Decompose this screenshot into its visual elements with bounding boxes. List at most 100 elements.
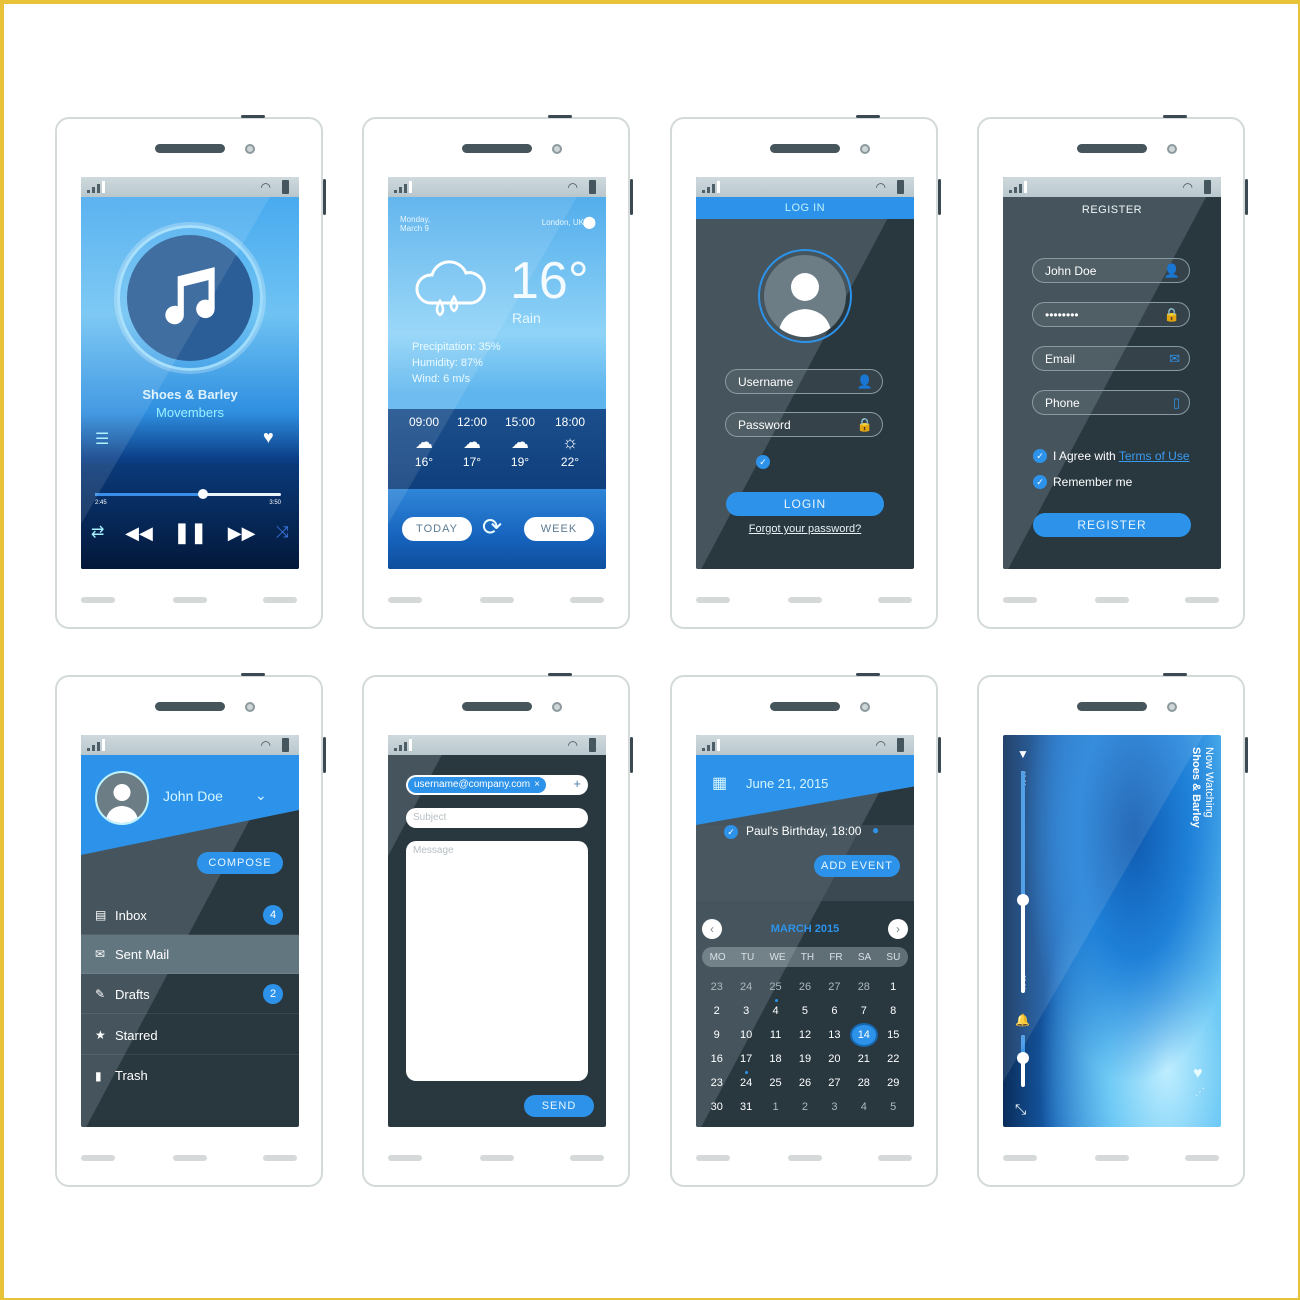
back-key[interactable]	[81, 1155, 115, 1161]
recipient-field[interactable]: username@company.com × +	[406, 775, 588, 795]
calendar-day[interactable]: 4	[852, 1097, 876, 1117]
calendar-day[interactable]: 3	[734, 1001, 758, 1021]
message-field[interactable]: Message	[406, 841, 588, 1081]
phone-field[interactable]: Phone ▯	[1032, 390, 1190, 415]
home-key[interactable]	[173, 1155, 207, 1161]
calendar-day[interactable]: 25	[764, 977, 788, 997]
menu-key[interactable]	[1185, 1155, 1219, 1161]
home-key[interactable]	[788, 597, 822, 603]
seek-handle[interactable]	[197, 489, 208, 499]
calendar-day[interactable]: 1	[881, 977, 905, 997]
calendar-day[interactable]: 27	[822, 977, 846, 997]
calendar-day[interactable]: 22	[881, 1049, 905, 1069]
menu-key[interactable]	[570, 1155, 604, 1161]
compose-button[interactable]: COMPOSE	[197, 852, 283, 874]
agree-checkbox[interactable]: ✓	[1033, 449, 1047, 463]
calendar-day[interactable]: 5	[793, 1001, 817, 1021]
calendar-day[interactable]: 24	[734, 977, 758, 997]
email-field[interactable]: Email ✉	[1032, 346, 1190, 371]
repeat-icon[interactable]: ⇄	[91, 523, 104, 543]
password-field[interactable]: •••••••• 🔒	[1032, 302, 1190, 327]
calendar-day[interactable]: 2	[793, 1097, 817, 1117]
calendar-day[interactable]: 28	[852, 977, 876, 997]
username-field[interactable]: Username 👤	[725, 369, 883, 394]
menu-key[interactable]	[878, 597, 912, 603]
remember-checkbox[interactable]: ✓	[1033, 475, 1047, 489]
calendar-day[interactable]: 4	[764, 999, 788, 1021]
home-key[interactable]	[1095, 597, 1129, 603]
password-field[interactable]: Password 🔒	[725, 412, 883, 437]
heart-icon[interactable]: ♥	[1193, 1065, 1203, 1083]
add-recipient-icon[interactable]: +	[573, 776, 581, 791]
calendar-day[interactable]: 29	[881, 1073, 905, 1093]
register-button[interactable]: REGISTER	[1033, 513, 1191, 537]
calendar-day[interactable]: 28	[852, 1073, 876, 1093]
fast-forward-icon[interactable]: ▶▶	[228, 523, 256, 543]
shuffle-icon[interactable]: ⤨	[276, 523, 289, 543]
album-art[interactable]	[127, 235, 253, 361]
home-key[interactable]	[480, 1155, 514, 1161]
calendar-day[interactable]: 24	[734, 1071, 758, 1093]
login-button[interactable]: LOGIN	[726, 492, 884, 516]
week-button[interactable]: WEEK	[524, 517, 594, 541]
calendar-day[interactable]: 3	[822, 1097, 846, 1117]
home-key[interactable]	[480, 597, 514, 603]
calendar-day[interactable]: 27	[822, 1073, 846, 1093]
today-button[interactable]: TODAY	[402, 517, 472, 541]
calendar-day[interactable]: 16	[705, 1049, 729, 1069]
calendar-day[interactable]: 1	[764, 1097, 788, 1117]
back-key[interactable]	[1003, 597, 1037, 603]
menu-icon[interactable]: ☰	[95, 429, 109, 449]
menu-key[interactable]	[1185, 597, 1219, 603]
menu-item-starred[interactable]: ★ Starred	[81, 1016, 299, 1055]
calendar-day[interactable]: 26	[793, 1073, 817, 1093]
home-key[interactable]	[1095, 1155, 1129, 1161]
refresh-icon[interactable]: ⟳	[482, 513, 502, 542]
next-month-button[interactable]: ›	[888, 919, 908, 939]
avatar[interactable]	[764, 255, 846, 337]
home-key[interactable]	[788, 1155, 822, 1161]
calendar-day[interactable]: 31	[734, 1097, 758, 1117]
rewind-icon[interactable]: ◀◀	[125, 523, 153, 543]
menu-item-inbox[interactable]: ▤ Inbox 4	[81, 896, 299, 935]
forgot-password-link[interactable]: Forgot your password?	[696, 523, 914, 535]
avatar[interactable]	[95, 771, 149, 825]
calendar-day[interactable]: 12	[793, 1025, 817, 1045]
menu-item-sent-mail[interactable]: ✉ Sent Mail	[81, 935, 299, 974]
heart-icon[interactable]: ♥	[263, 427, 274, 448]
calendar-day[interactable]: 13	[822, 1025, 846, 1045]
menu-item-trash[interactable]: ▮ Trash	[81, 1056, 299, 1095]
fullscreen-icon[interactable]: ⤡	[1015, 1101, 1026, 1118]
calendar-day[interactable]: 11	[764, 1025, 788, 1045]
send-button[interactable]: SEND	[524, 1095, 594, 1117]
menu-key[interactable]	[263, 597, 297, 603]
calendar-day[interactable]: 2	[705, 1001, 729, 1021]
calendar-day[interactable]: 5	[881, 1097, 905, 1117]
back-key[interactable]	[81, 597, 115, 603]
remove-recipient-icon[interactable]: ×	[534, 777, 540, 793]
home-key[interactable]	[173, 597, 207, 603]
calendar-day[interactable]: 18	[764, 1049, 788, 1069]
calendar-day[interactable]: 14	[851, 1025, 876, 1045]
menu-key[interactable]	[570, 597, 604, 603]
calendar-day[interactable]: 15	[881, 1025, 905, 1045]
calendar-day[interactable]: 17	[734, 1049, 758, 1069]
calendar-day[interactable]: 20	[822, 1049, 846, 1069]
event-checkbox[interactable]: ✓	[724, 825, 738, 839]
calendar-day[interactable]: 23	[705, 977, 729, 997]
back-key[interactable]	[388, 597, 422, 603]
calendar-day[interactable]: 9	[705, 1025, 729, 1045]
menu-item-drafts[interactable]: ✎ Drafts 2	[81, 975, 299, 1014]
subject-field[interactable]: Subject	[406, 808, 588, 828]
pause-icon[interactable]: ❚❚	[174, 523, 208, 543]
calendar-day[interactable]: 8	[881, 1001, 905, 1021]
name-field[interactable]: John Doe 👤	[1032, 258, 1190, 283]
add-event-button[interactable]: ADD EVENT	[814, 855, 900, 877]
back-key[interactable]	[696, 597, 730, 603]
back-key[interactable]	[388, 1155, 422, 1161]
menu-key[interactable]	[878, 1155, 912, 1161]
calendar-day[interactable]: 21	[852, 1049, 876, 1069]
volume-handle[interactable]	[1017, 1052, 1029, 1065]
chevron-down-icon[interactable]: ⌄	[255, 787, 267, 804]
calendar-day[interactable]: 10	[734, 1025, 758, 1045]
